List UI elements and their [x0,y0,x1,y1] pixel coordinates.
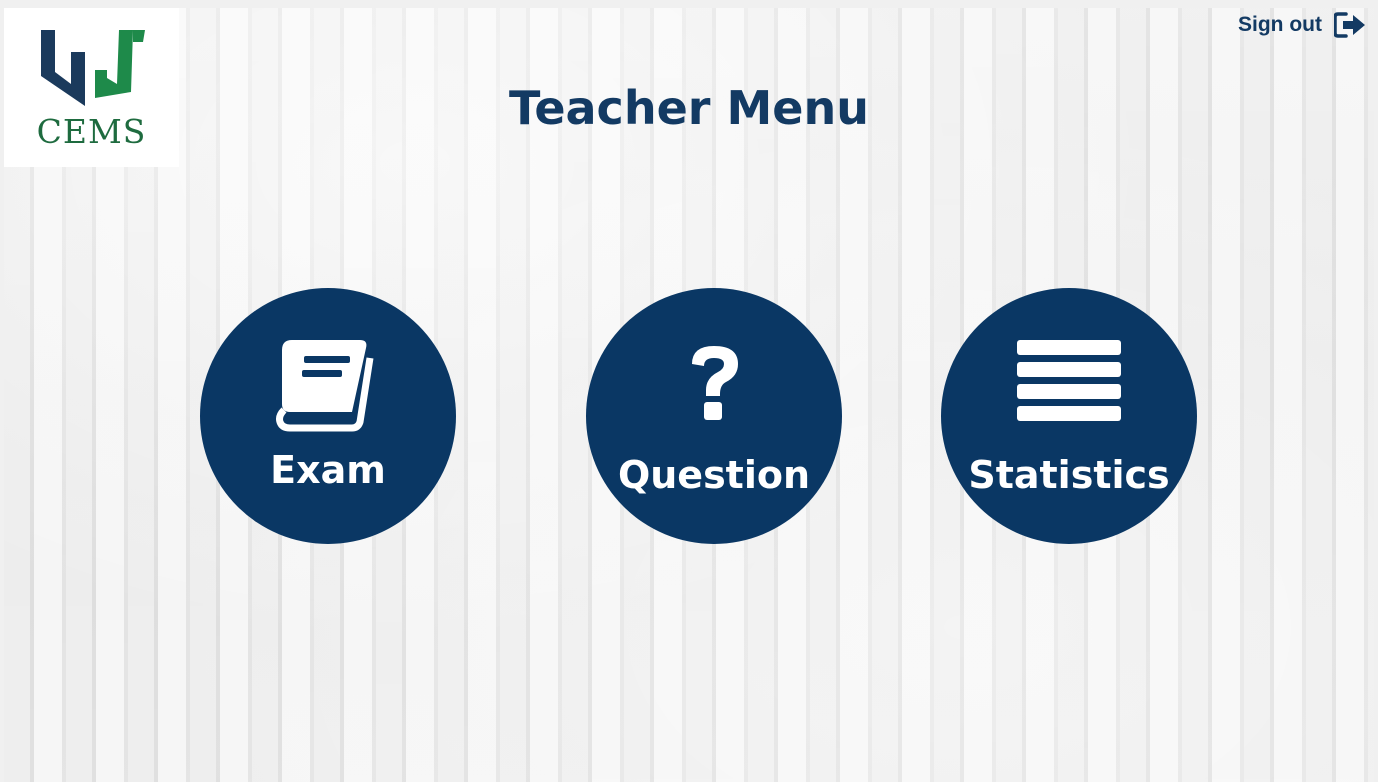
app-window: CEMS Teacher Menu Sign out Exam Question [4,8,1374,782]
exam-button[interactable]: Exam [200,288,456,544]
list-icon [1017,340,1121,421]
question-label: Question [617,453,811,497]
question-button[interactable]: Question [586,288,842,544]
sign-out-icon [1334,12,1365,38]
statistics-label: Statistics [968,453,1170,497]
statistics-button[interactable]: Statistics [941,288,1197,544]
sign-out-button[interactable]: Sign out [1238,12,1368,38]
page-title: Teacher Menu [509,81,869,135]
book-icon [276,340,374,432]
question-mark-icon [692,346,738,420]
sign-out-label: Sign out [1238,13,1322,36]
exam-label: Exam [270,448,386,492]
